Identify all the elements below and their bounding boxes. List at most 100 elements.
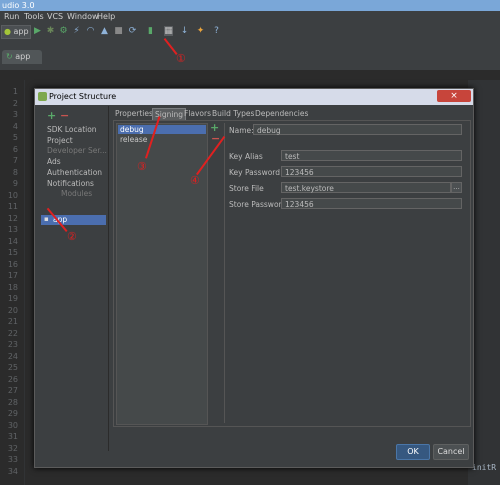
help-icon[interactable]: ? — [212, 26, 221, 36]
refresh-icon: ↻ — [6, 52, 13, 61]
apply-changes-icon[interactable]: ⚡ — [72, 26, 81, 36]
tab-properties[interactable]: Properties — [113, 108, 155, 119]
line-number: 31 — [7, 432, 18, 441]
line-number: 5 — [12, 133, 18, 142]
sidebar-item-authentication[interactable]: Authentication — [47, 168, 102, 177]
sidebar-item-project[interactable]: Project — [47, 136, 73, 145]
ok-button[interactable]: OK — [396, 444, 430, 460]
menu-window[interactable]: Window — [67, 11, 99, 23]
list-item-debug[interactable]: debug — [120, 125, 144, 134]
profile-icon[interactable]: ◠ — [86, 26, 95, 36]
line-number: 9 — [12, 179, 18, 188]
line-number: 24 — [7, 351, 18, 361]
menu-run[interactable]: Run — [4, 11, 19, 23]
menu-help[interactable]: Help — [97, 11, 115, 23]
editor-right-text: initR — [472, 463, 497, 472]
store-file-field[interactable]: test.keystore — [281, 182, 451, 193]
run-config-selector[interactable]: ● app — [1, 25, 31, 39]
left-panel: + − SDK Location Project Developer Ser..… — [36, 106, 108, 451]
line-number: 3 — [12, 110, 18, 119]
add-module-button[interactable]: + — [47, 109, 56, 122]
store-password-field[interactable]: 123456 — [281, 198, 462, 209]
line-number: 26 — [7, 374, 18, 384]
module-settings: Properties Signing Flavors Build Types D… — [111, 106, 471, 427]
sync-icon[interactable]: ⟳ — [128, 26, 137, 36]
tab-app[interactable]: ↻ app — [2, 50, 42, 64]
coverage-icon[interactable]: ▲ — [100, 26, 109, 36]
sidebar-heading-modules: Modules — [61, 189, 93, 198]
key-password-label: Key Password — [229, 168, 281, 177]
toolbar: ● app ▶ ✱ ⚙ ⚡ ◠ ▲ ■ ⟳ ▮ ▦ ↓ ✦ ? — [0, 23, 500, 41]
name-field[interactable]: debug — [253, 124, 462, 135]
run-icon[interactable]: ▶ — [33, 26, 42, 36]
annotation-2: ② — [67, 230, 77, 243]
line-number: 27 — [7, 386, 18, 395]
menu-vcs[interactable]: VCS — [47, 11, 63, 23]
line-number: 33 — [7, 455, 18, 464]
line-number: 13 — [7, 225, 18, 234]
project-structure-icon[interactable]: ▦ — [164, 26, 173, 36]
sidebar-item-notifications[interactable]: Notifications — [47, 179, 94, 188]
cancel-button[interactable]: Cancel — [433, 444, 469, 460]
annotation-1: ① — [176, 52, 186, 65]
list-item-release[interactable]: release — [120, 135, 147, 144]
line-number: 30 — [7, 420, 18, 430]
signing-panel: debug release + − Name: debug Key Alias … — [113, 120, 471, 427]
key-alias-label: Key Alias — [229, 152, 263, 161]
debug-icon[interactable]: ✱ — [46, 26, 55, 36]
project-structure-dialog: Project Structure × + − SDK Location Pro… — [34, 88, 474, 468]
line-number: 7 — [12, 156, 18, 165]
tab-flavors[interactable]: Flavors — [182, 108, 213, 119]
dialog-titlebar: Project Structure × — [35, 89, 473, 105]
store-password-label: Store Password — [229, 200, 287, 209]
tab-build-types[interactable]: Build Types — [210, 108, 256, 119]
line-number: 14 — [7, 236, 18, 246]
gutter-divider — [24, 80, 25, 485]
stop-icon[interactable]: ■ — [114, 26, 123, 36]
line-number: 18 — [7, 282, 18, 292]
signing-form: Name: debug Key Alias test Key Password … — [224, 123, 468, 423]
sidebar-item-ads[interactable]: Ads — [47, 157, 61, 166]
close-button[interactable]: × — [437, 90, 471, 102]
window-titlebar: udio 3.0 — [0, 0, 500, 11]
line-number: 8 — [12, 167, 18, 177]
line-number: 11 — [7, 202, 18, 211]
line-number: 28 — [7, 397, 18, 407]
line-number: 6 — [12, 144, 18, 154]
browse-button[interactable]: ... — [451, 182, 462, 193]
line-number: 1 — [12, 87, 18, 96]
tab-app-label: app — [15, 52, 31, 61]
menu-tools[interactable]: Tools — [24, 11, 44, 23]
line-number: 22 — [7, 328, 18, 338]
signing-config-list[interactable]: debug release — [116, 123, 208, 425]
line-number: 2 — [12, 98, 18, 108]
avd-manager-icon[interactable]: ▮ — [146, 26, 155, 36]
key-alias-field[interactable]: test — [281, 150, 462, 161]
line-number: 21 — [7, 317, 18, 326]
key-password-field[interactable]: 123456 — [281, 166, 462, 177]
sidebar-item-app[interactable]: ▪ app — [41, 215, 106, 225]
name-label: Name: — [229, 126, 254, 135]
line-number: 16 — [7, 259, 18, 269]
annotation-4: ④ — [190, 174, 200, 187]
tab-dependencies[interactable]: Dependencies — [253, 108, 310, 119]
layout-inspector-icon[interactable]: ✦ — [196, 26, 205, 36]
line-number: 4 — [12, 121, 18, 131]
annotation-3: ③ — [137, 160, 147, 173]
sidebar-item-sdk-location[interactable]: SDK Location — [47, 125, 97, 134]
line-number: 10 — [7, 190, 18, 200]
line-number: 29 — [7, 409, 18, 418]
module-icon: ▪ — [44, 215, 49, 223]
menubar: Run Tools VCS Window Help — [0, 11, 500, 23]
line-number: 17 — [7, 271, 18, 280]
attach-icon[interactable]: ⚙ — [59, 26, 68, 36]
run-config-label: app — [13, 27, 29, 36]
line-number: 34 — [7, 466, 18, 476]
sdk-manager-icon[interactable]: ↓ — [180, 26, 189, 36]
remove-module-button[interactable]: − — [60, 109, 69, 122]
store-file-label: Store File — [229, 184, 264, 193]
dialog-title: Project Structure — [49, 92, 117, 101]
line-number: 25 — [7, 363, 18, 372]
window-title: udio 3.0 — [2, 1, 35, 10]
panel-splitter[interactable] — [108, 106, 109, 451]
